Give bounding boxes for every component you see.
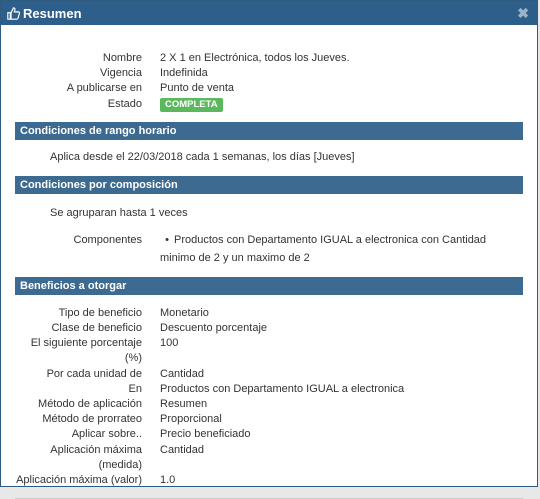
benefit-row: En Productos con Departamento IGUAL a ele… <box>15 382 523 397</box>
components-row: Componentes • Productos con Departamento… <box>15 231 523 267</box>
section-header-composition: Condiciones por composición <box>15 175 523 194</box>
benefit-label: Método de prorrateo <box>42 413 142 426</box>
time-condition-text: Aplica desde el 22/03/2018 cada 1 semana… <box>50 150 355 163</box>
benefit-value: 100 <box>160 337 179 350</box>
composition-text: Se agruparan hasta 1 veces <box>50 206 188 219</box>
thumbs-up-icon <box>7 6 21 20</box>
section-header-time: Condiciones de rango horario <box>15 121 523 140</box>
label-vigencia: Vigencia <box>100 67 142 80</box>
benefit-row: Método de prorrateo Proporcional <box>15 412 523 427</box>
benefit-value: Resumen <box>160 398 208 411</box>
benefit-label: Aplicar sobre.. <box>71 428 142 441</box>
component-line-2: minimo de 2 y un maximo de 2 <box>160 251 310 264</box>
benefit-row: Aplicación máxima (medida) Cantidad <box>15 443 523 473</box>
benefit-row: Tipo de beneficio Monetario <box>15 306 523 321</box>
benefit-value: Proporcional <box>160 413 222 426</box>
label-publicarse: A publicarse en <box>66 82 142 95</box>
benefit-row: Aplicación máxima (valor) 1.0 <box>15 473 523 488</box>
benefits-block: Tipo de beneficio Monetario Clase de bene… <box>15 295 523 488</box>
benefit-label: Clase de beneficio <box>51 322 142 335</box>
status-badge: COMPLETA <box>160 97 223 112</box>
benefit-label: Aplicación máxima (medida) <box>50 443 142 471</box>
dialog-title: Resumen <box>23 5 82 21</box>
bullet-icon: • <box>165 233 169 246</box>
benefit-value: Cantidad <box>160 443 205 456</box>
dialog-titlebar: Resumen ✖ <box>1 1 537 25</box>
benefit-label: Método de aplicación <box>38 398 142 411</box>
row-vigencia: Vigencia Indefinida <box>15 66 523 81</box>
benefit-value: 1.0 <box>160 474 176 487</box>
benefit-value: Monetario <box>160 306 209 319</box>
benefit-row: Clase de beneficio Descuento porcentaje <box>15 321 523 336</box>
value-publicarse: Punto de venta <box>160 82 235 95</box>
benefit-row: Método de aplicación Resumen <box>15 397 523 412</box>
benefit-row: Por cada unidad de Cantidad <box>15 367 523 382</box>
summary-block: Nombre 2 X 1 en Electrónica, todos los J… <box>1 25 537 112</box>
close-icon[interactable]: ✖ <box>517 5 529 22</box>
benefit-label: Tipo de beneficio <box>58 306 142 319</box>
label-estado: Estado <box>107 97 142 110</box>
value-nombre: 2 X 1 en Electrónica, todos los Jueves. <box>160 52 350 64</box>
benefit-row: El siguiente porcentaje (%) 100 <box>15 336 523 366</box>
benefit-value: Descuento porcentaje <box>160 322 268 335</box>
value-vigencia: Indefinida <box>160 67 208 80</box>
benefit-value: Precio beneficiado <box>160 428 251 441</box>
benefit-value: Cantidad <box>160 367 205 380</box>
benefit-row: Aplicar sobre.. Precio beneficiado <box>15 427 523 442</box>
list-item: • Productos con Departamento IGUAL a ele… <box>160 231 523 249</box>
benefit-value: Productos con Departamento IGUAL a elect… <box>160 382 405 395</box>
section-header-benefits: Beneficios a otorgar <box>15 276 523 295</box>
component-line-1: Productos con Departamento IGUAL a elect… <box>174 233 487 246</box>
benefit-label: El siguiente porcentaje (%) <box>30 337 142 365</box>
benefit-label: Aplicación máxima (valor) <box>16 474 142 487</box>
benefit-label: En <box>128 382 142 395</box>
label-nombre: Nombre <box>102 52 142 64</box>
benefit-label: Por cada unidad de <box>46 367 142 380</box>
row-nombre: Nombre 2 X 1 en Electrónica, todos los J… <box>15 51 523 66</box>
row-publicarse: A publicarse en Punto de venta <box>15 81 523 96</box>
label-componentes: Componentes <box>73 233 143 246</box>
row-estado: Estado COMPLETA <box>15 97 523 112</box>
summary-dialog: Resumen ✖ Nombre 2 X 1 en Electrónica, t… <box>0 0 538 499</box>
